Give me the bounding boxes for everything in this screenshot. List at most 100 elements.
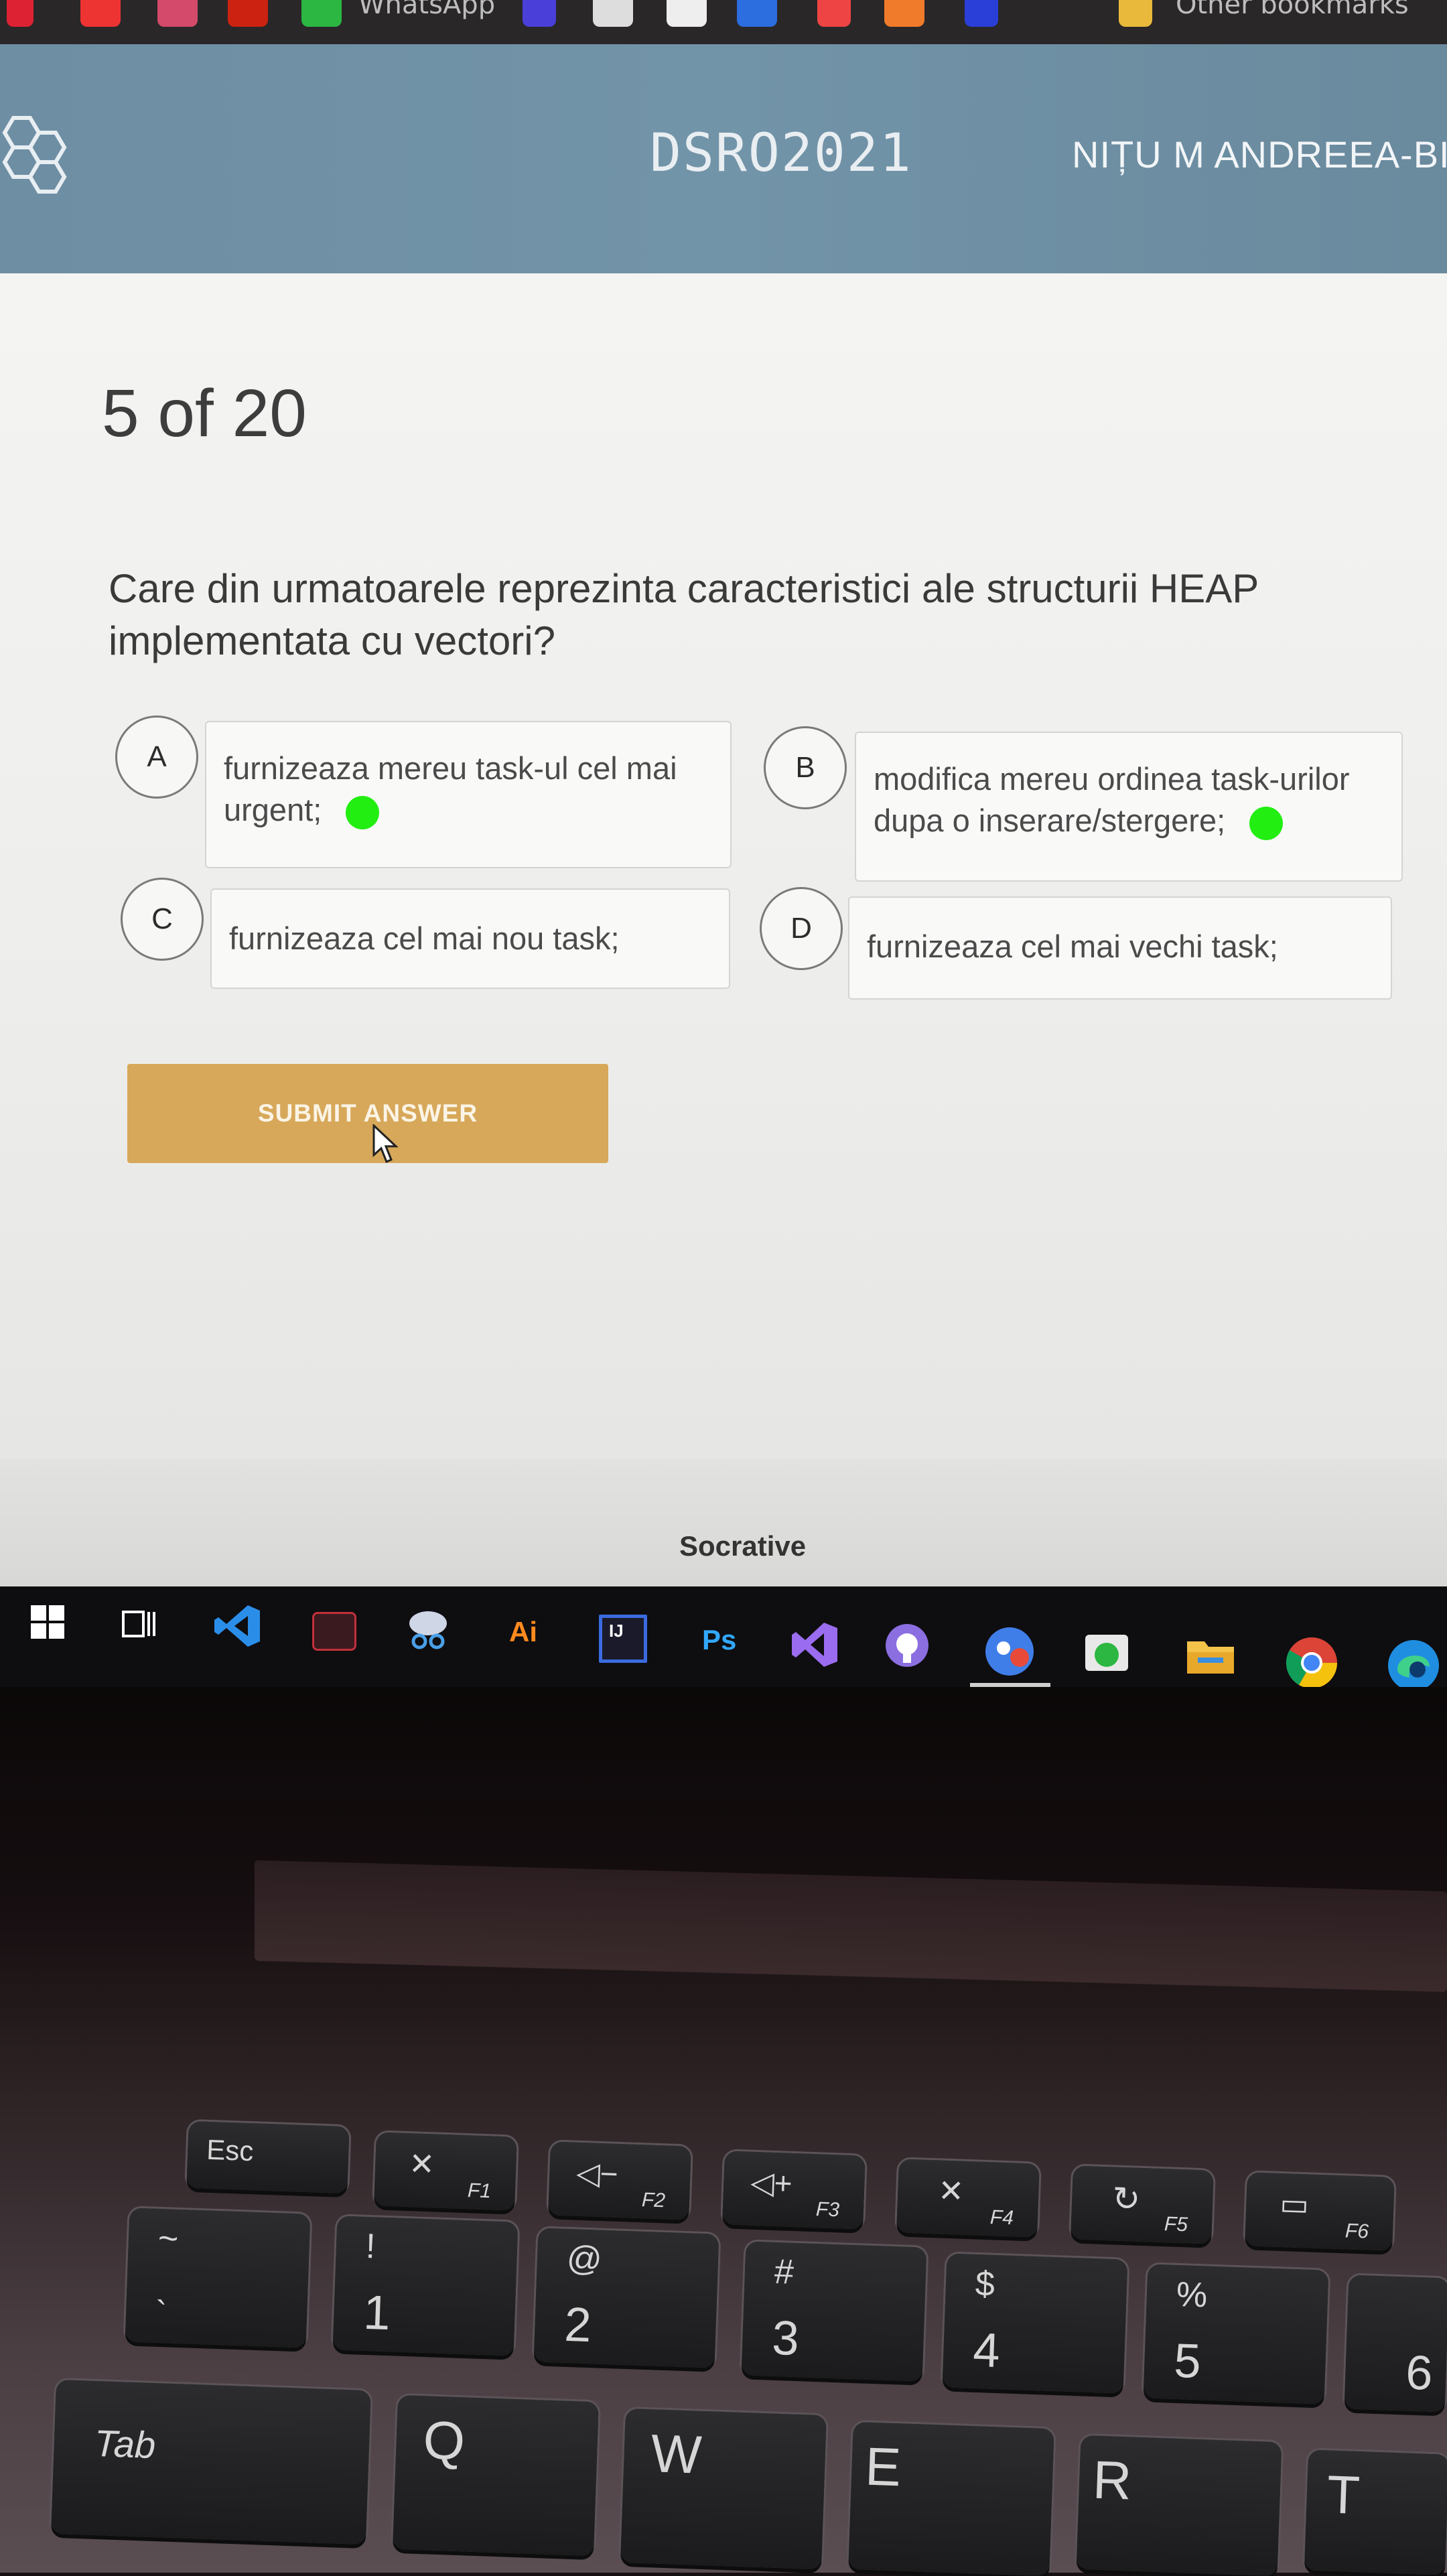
tilde-label: ~ <box>157 2218 180 2258</box>
f6-label: F6 <box>1345 2220 1369 2243</box>
key-t[interactable]: T <box>1304 2449 1447 2575</box>
question-text: Care din urmatoarele reprezinta caracter… <box>109 566 1259 663</box>
refresh-icon: ↻ <box>1111 2179 1142 2218</box>
chrome-icon[interactable] <box>1285 1636 1338 1690</box>
bookmark-icon[interactable] <box>737 0 777 27</box>
bookmark-icon[interactable] <box>667 0 707 27</box>
vscode-icon[interactable] <box>213 1603 263 1649</box>
task-view-icon[interactable] <box>121 1608 157 1640</box>
t-label: T <box>1326 2464 1361 2526</box>
footer-brand: Socrative <box>679 1530 807 1562</box>
option-d[interactable]: furnizeaza cel mai vechi task; <box>848 896 1392 1000</box>
option-a-text: furnizeaza mereu task-ul cel mai urgent; <box>224 750 677 827</box>
f5-key[interactable]: ↻ F5 <box>1071 2165 1214 2244</box>
option-c[interactable]: furnizeaza cel mai nou task; <box>210 888 730 989</box>
r-label: R <box>1091 2449 1133 2511</box>
four-label: 4 <box>972 2323 1001 2378</box>
f4-key[interactable]: ✕ F4 <box>896 2159 1040 2238</box>
bookmark-icon[interactable] <box>884 0 924 27</box>
option-a[interactable]: furnizeaza mereu task-ul cel mai urgent; <box>205 721 732 868</box>
key-q[interactable]: Q <box>393 2394 599 2557</box>
f3-key[interactable]: ◁+ F3 <box>722 2151 866 2230</box>
key-3[interactable]: # 3 <box>741 2241 927 2382</box>
app-icon[interactable] <box>983 1625 1036 1678</box>
key-w[interactable]: W <box>620 2408 827 2570</box>
other-bookmarks-label[interactable]: Other bookmarks <box>1176 0 1409 20</box>
esc-key[interactable]: Esc <box>186 2120 350 2194</box>
submit-answer-button[interactable]: SUBMIT ANSWER <box>127 1064 608 1163</box>
option-a-letter[interactable]: A <box>115 716 198 799</box>
github-bookmark-icon[interactable] <box>593 0 633 27</box>
tab-key[interactable]: Tab <box>51 2379 371 2545</box>
photoshop-icon[interactable]: Ps <box>702 1624 736 1656</box>
question-progress: 5 of 20 <box>102 376 307 451</box>
green-marker-dot <box>1249 806 1284 840</box>
tab-label: Tab <box>93 2421 157 2467</box>
key-e[interactable]: E <box>848 2421 1054 2576</box>
volume-up-icon: ◁+ <box>750 2164 793 2201</box>
option-d-letter[interactable]: D <box>760 887 843 970</box>
key-1[interactable]: ! 1 <box>332 2216 519 2356</box>
pinterest-icon[interactable] <box>228 0 268 27</box>
whatsapp-bookmark[interactable] <box>301 0 342 27</box>
f1-label: F1 <box>467 2179 492 2203</box>
f2-key[interactable]: ◁− F2 <box>548 2141 691 2220</box>
key-5[interactable]: % 5 <box>1143 2264 1329 2404</box>
bookmark-icon[interactable] <box>965 0 998 27</box>
green-marker-dot <box>346 795 380 829</box>
mouse-pointer-icon <box>372 1124 399 1163</box>
hash-label: # <box>773 2252 795 2292</box>
quiz-panel: 5 of 20 Care din urmatoarele reprezinta … <box>0 273 1447 1459</box>
windows-start-icon[interactable] <box>31 1605 64 1639</box>
gmail-bookmark-icon[interactable] <box>7 0 33 27</box>
snipping-icon[interactable] <box>405 1607 452 1653</box>
illustrator-icon[interactable]: Ai <box>509 1616 537 1648</box>
windows-taskbar: Ai IJ Ps <box>0 1586 1447 1712</box>
f4-label: F4 <box>989 2206 1014 2230</box>
exclamation-label: ! <box>364 2226 376 2266</box>
w-label: W <box>650 2423 703 2485</box>
esc-label: Esc <box>206 2133 255 2167</box>
f5-label: F5 <box>1164 2213 1188 2236</box>
folder-icon[interactable] <box>1119 0 1152 27</box>
bookmarks-bar: WhatsApp Other bookmarks <box>0 0 1447 44</box>
app-header: DSRO2021 NIȚU M ANDREEA-BI <box>0 44 1447 273</box>
key-6[interactable]: 6 <box>1344 2275 1447 2413</box>
key-4[interactable]: $ 4 <box>942 2253 1128 2394</box>
six-label: 6 <box>1405 2346 1434 2400</box>
f1-key[interactable]: ✕ F1 <box>374 2132 517 2211</box>
github-icon[interactable] <box>884 1623 930 1668</box>
f2-label: F2 <box>641 2189 666 2212</box>
key-2[interactable]: @ 2 <box>533 2228 719 2368</box>
mail-icon[interactable] <box>312 1612 356 1651</box>
option-c-text: furnizeaza cel mai nou task; <box>229 921 620 956</box>
dollar-label: $ <box>974 2264 995 2304</box>
two-label: 2 <box>563 2297 592 2353</box>
option-d-text: furnizeaza cel mai vechi task; <box>867 929 1278 964</box>
key-r[interactable]: R <box>1076 2435 1282 2576</box>
instagram-icon[interactable] <box>157 0 198 27</box>
whatsapp-bookmark-label[interactable]: WhatsApp <box>358 0 495 20</box>
intellij-icon[interactable]: IJ <box>599 1615 647 1663</box>
mic-mute-icon: ✕ <box>937 2173 965 2209</box>
visual-studio-icon[interactable] <box>790 1621 839 1668</box>
whatsapp-desktop-icon[interactable] <box>1084 1632 1132 1675</box>
bookmark-icon[interactable] <box>523 0 556 27</box>
f6-key[interactable]: ▭ F6 <box>1245 2172 1395 2251</box>
room-name: DSRO2021 <box>650 123 912 184</box>
bookmark-icon[interactable] <box>817 0 851 27</box>
one-label: 1 <box>362 2285 391 2341</box>
option-b[interactable]: modifica mereu ordinea task-urilor dupa … <box>855 732 1403 882</box>
file-explorer-icon[interactable] <box>1186 1635 1235 1676</box>
option-c-letter[interactable]: C <box>121 878 204 961</box>
option-b-letter[interactable]: B <box>764 726 847 809</box>
student-name[interactable]: NIȚU M ANDREEA-BI <box>1072 133 1447 176</box>
backtick-label: ` <box>155 2293 167 2332</box>
three-label: 3 <box>771 2311 800 2366</box>
e-label: E <box>864 2436 902 2498</box>
edge-icon[interactable] <box>1387 1639 1440 1692</box>
tilde-key[interactable]: ~ ` <box>125 2208 311 2348</box>
at-label: @ <box>565 2238 603 2279</box>
f3-label: F3 <box>815 2198 840 2222</box>
gmail-m-icon[interactable] <box>80 0 121 27</box>
